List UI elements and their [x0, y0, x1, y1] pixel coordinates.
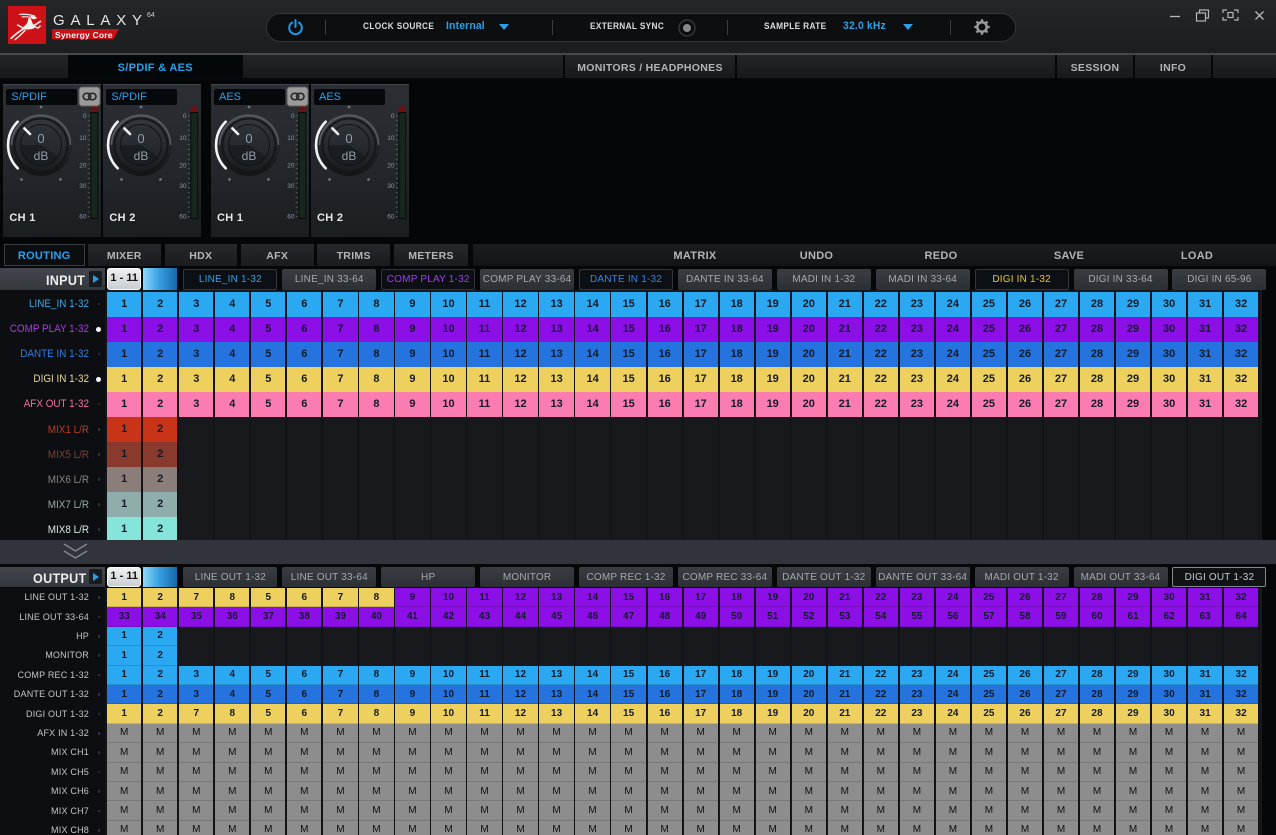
svg-text:30: 30 [387, 183, 395, 190]
svg-text:60: 60 [180, 214, 188, 221]
svg-text:dB: dB [34, 149, 49, 163]
svg-text:60: 60 [80, 214, 88, 221]
svg-text:10: 10 [180, 135, 188, 142]
svg-text:0: 0 [245, 131, 252, 146]
svg-text:0: 0 [391, 113, 395, 120]
svg-text:20: 20 [387, 163, 395, 170]
svg-text:20: 20 [80, 163, 88, 170]
svg-text:60: 60 [387, 214, 395, 221]
svg-text:dB: dB [242, 149, 257, 163]
svg-text:10: 10 [387, 135, 395, 142]
svg-text:0: 0 [138, 131, 145, 146]
svg-text:0: 0 [183, 113, 187, 120]
svg-text:10: 10 [80, 135, 88, 142]
svg-text:30: 30 [180, 183, 188, 190]
svg-text:20: 20 [287, 163, 295, 170]
svg-text:30: 30 [287, 183, 295, 190]
svg-text:0: 0 [291, 113, 295, 120]
svg-text:0: 0 [345, 131, 352, 146]
svg-text:30: 30 [80, 183, 88, 190]
svg-text:dB: dB [342, 149, 357, 163]
svg-text:20: 20 [180, 163, 188, 170]
svg-text:0: 0 [83, 113, 87, 120]
svg-text:dB: dB [134, 149, 149, 163]
svg-text:0: 0 [38, 131, 45, 146]
svg-text:10: 10 [287, 135, 295, 142]
svg-text:60: 60 [287, 214, 295, 221]
